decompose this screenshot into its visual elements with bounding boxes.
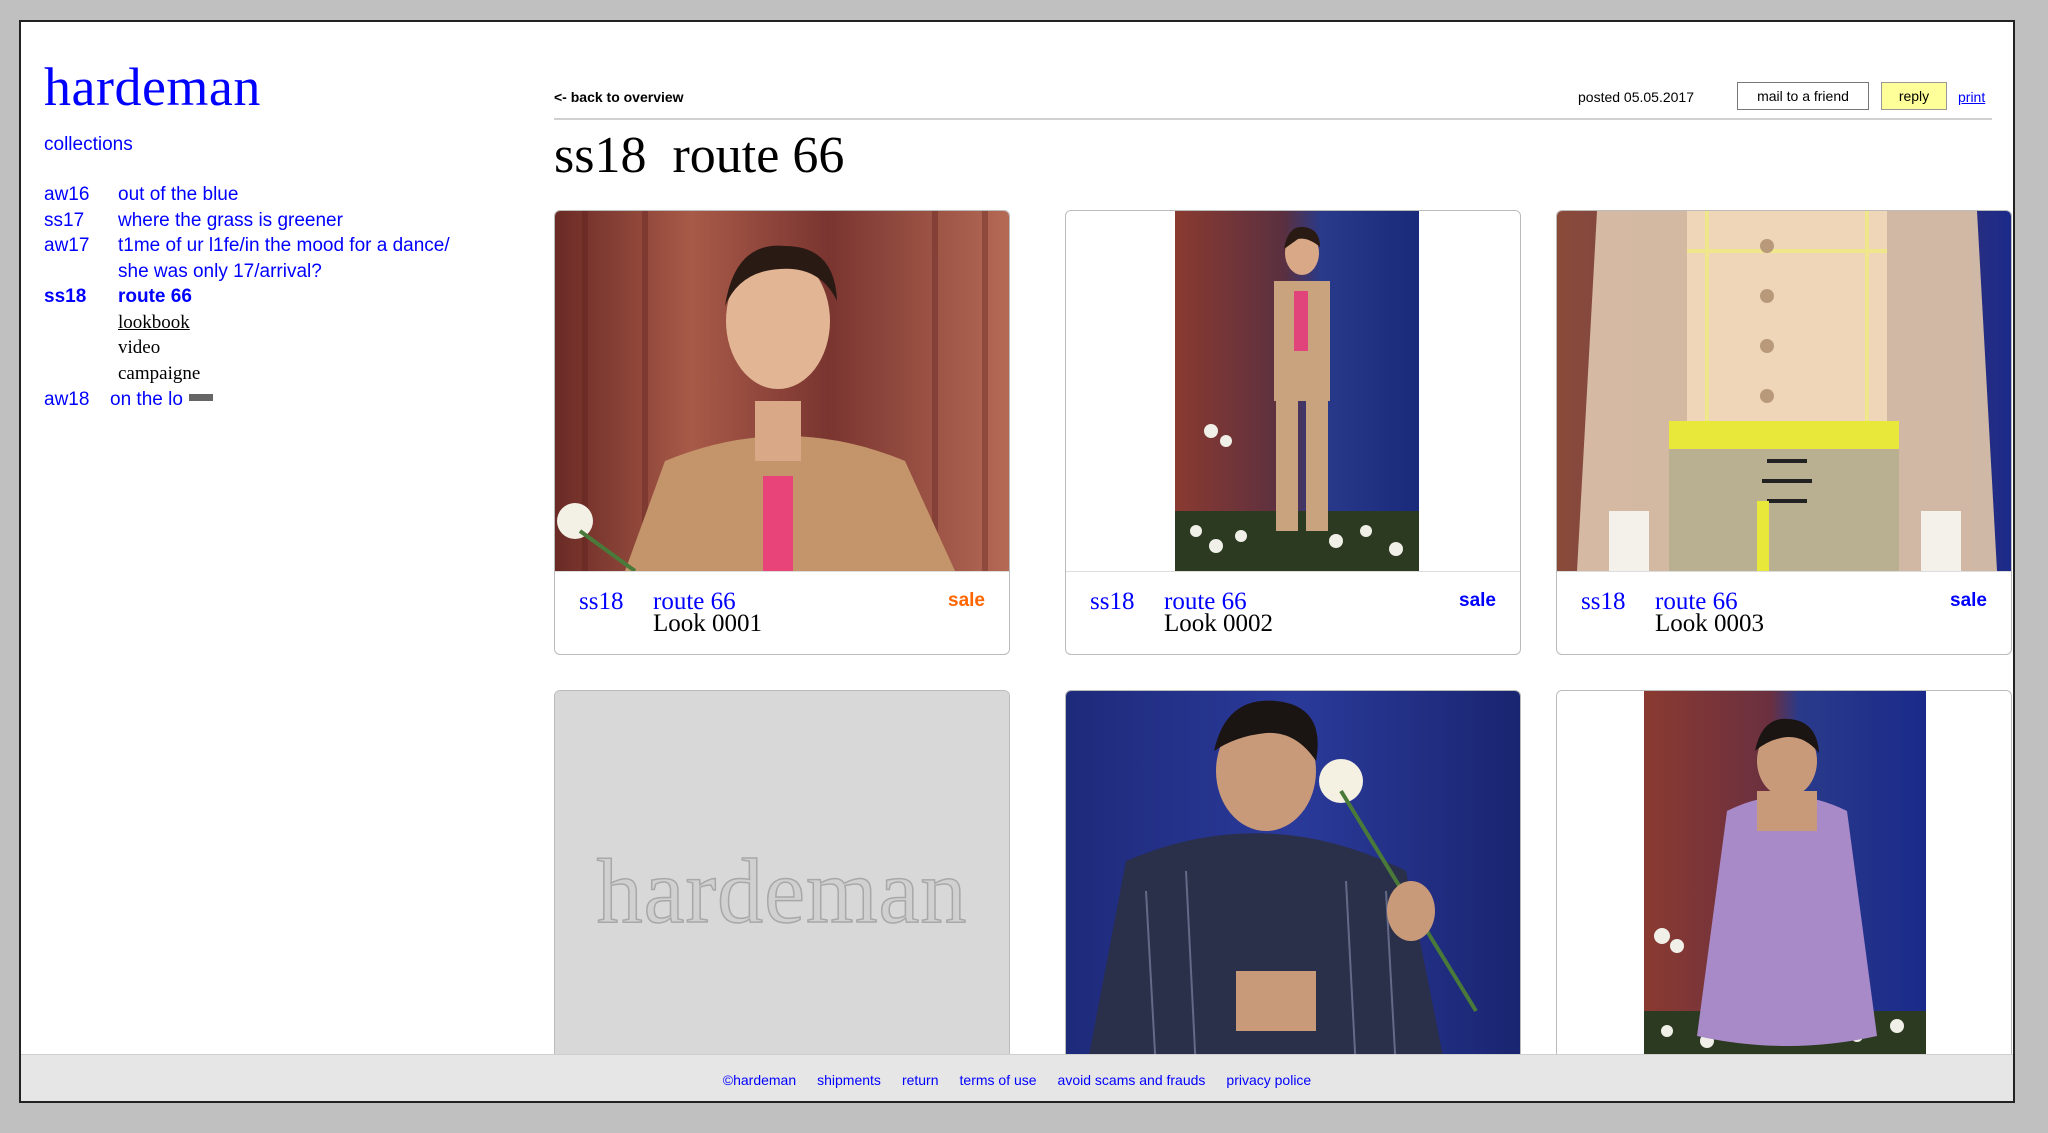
page-title: ss18 route 66 (554, 127, 845, 184)
reply-button[interactable]: reply (1881, 82, 1947, 110)
nav-title[interactable]: on the lo (110, 387, 213, 413)
footer-terms-link[interactable]: terms of use (960, 1072, 1037, 1088)
header-divider (554, 118, 1992, 120)
sale-badge[interactable]: sale (1950, 590, 1987, 612)
nav-title-cont[interactable]: she was only 17/arrival? (118, 259, 322, 285)
nav-season[interactable]: aw17 (44, 233, 118, 259)
nav-item-ss18[interactable]: ss18 route 66 (44, 284, 450, 310)
nav-title[interactable]: where the grass is greener (118, 208, 343, 234)
look-card[interactable] (1065, 690, 1521, 1070)
look-card[interactable]: ss18 route 66 Look 0003 sale (1556, 210, 2012, 655)
back-to-overview-link[interactable]: <- back to overview (554, 89, 684, 105)
nav-season[interactable]: aw16 (44, 182, 118, 208)
footer-copyright-link[interactable]: ©hardeman (723, 1072, 796, 1088)
nav-title-text: on the lo (110, 388, 183, 410)
look-photo[interactable] (1557, 211, 2011, 571)
nav-title[interactable]: route 66 (118, 284, 192, 310)
caption-season[interactable]: ss18 (1581, 588, 1625, 616)
look-photo-image (1557, 691, 2011, 1069)
look-photo[interactable] (1066, 691, 1520, 1069)
look-photo-image (1557, 211, 2011, 571)
nav-title[interactable]: t1me of ur l1fe/in the mood for a dance/ (118, 233, 450, 259)
caption-look: Look 0003 (1655, 610, 1765, 637)
caption-season[interactable]: ss18 (579, 588, 623, 616)
footer-return-link[interactable]: return (902, 1072, 939, 1088)
placeholder-logo: hardeman (596, 839, 968, 943)
look-card[interactable] (1556, 690, 2012, 1070)
footer-shipments-link[interactable]: shipments (817, 1072, 881, 1088)
nav-item-aw16[interactable]: aw16 out of the blue (44, 182, 450, 208)
look-photo[interactable] (1066, 211, 1520, 571)
nav-item-aw17-cont[interactable]: she was only 17/arrival? (44, 259, 450, 285)
nav-title[interactable]: out of the blue (118, 182, 238, 208)
look-caption: ss18 route 66 Look 0001 sale (555, 571, 1009, 654)
footer-scams-link[interactable]: avoid scams and frauds (1058, 1072, 1206, 1088)
nav-item-aw17[interactable]: aw17 t1me of ur l1fe/in the mood for a d… (44, 233, 450, 259)
nav-season[interactable]: aw18 (44, 387, 110, 413)
look-card[interactable]: ss18 route 66 Look 0001 sale (554, 210, 1010, 655)
nav-spacer (44, 259, 118, 285)
nav-season[interactable]: ss18 (44, 284, 118, 310)
look-card-placeholder[interactable]: hardeman (554, 690, 1010, 1070)
sale-badge[interactable]: sale (1459, 590, 1496, 612)
footer-privacy-link[interactable]: privacy police (1226, 1072, 1311, 1088)
brand-logo[interactable]: hardeman (44, 56, 261, 118)
look-card[interactable]: ss18 route 66 Look 0002 sale (1065, 210, 1521, 655)
nav-item-aw18[interactable]: aw18 on the lo (44, 387, 450, 413)
marquee-bar-icon (188, 393, 213, 401)
collections-link[interactable]: collections (44, 134, 133, 156)
collections-nav: aw16 out of the blue ss17 where the gras… (44, 182, 450, 412)
mail-to-friend-button[interactable]: mail to a friend (1737, 82, 1869, 110)
look-photo-image (555, 211, 1009, 571)
sale-badge[interactable]: sale (948, 590, 985, 612)
caption-season[interactable]: ss18 (1090, 588, 1134, 616)
look-photo[interactable] (1557, 691, 2011, 1069)
footer: ©hardeman shipments return terms of use … (21, 1054, 2013, 1101)
nav-sub-campaigne[interactable]: campaigne (118, 361, 450, 387)
look-photo-image (1066, 211, 1520, 571)
posted-date: posted 05.05.2017 (1578, 89, 1694, 105)
print-link[interactable]: print (1958, 89, 1985, 105)
look-caption: ss18 route 66 Look 0002 sale (1066, 571, 1520, 654)
caption-look: Look 0002 (1164, 610, 1274, 637)
look-photo[interactable] (555, 211, 1009, 571)
nav-sub-video[interactable]: video (118, 335, 450, 361)
caption-look: Look 0001 (653, 610, 763, 637)
nav-sub-lookbook[interactable]: lookbook (118, 310, 450, 336)
nav-item-ss17[interactable]: ss17 where the grass is greener (44, 208, 450, 234)
look-caption: ss18 route 66 Look 0003 sale (1557, 571, 2011, 654)
nav-season[interactable]: ss17 (44, 208, 118, 234)
browser-frame: hardeman collections aw16 out of the blu… (19, 20, 2015, 1103)
look-photo-image (1066, 691, 1520, 1069)
placeholder-photo[interactable]: hardeman (555, 691, 1009, 1069)
